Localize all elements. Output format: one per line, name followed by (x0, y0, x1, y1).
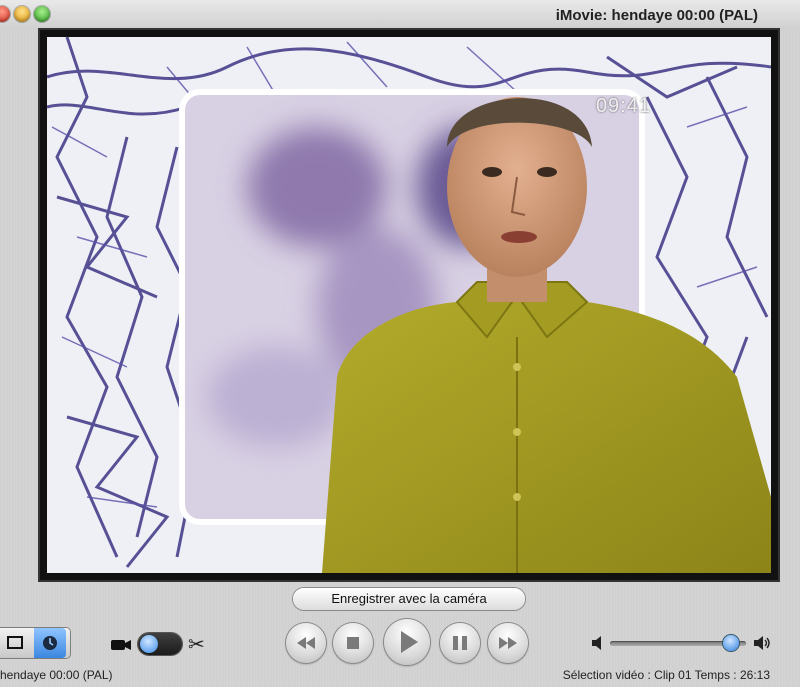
stop-icon (347, 637, 359, 649)
volume-low-icon (592, 636, 601, 650)
scissors-icon[interactable]: ✂ (188, 632, 205, 657)
zoom-button[interactable] (34, 6, 50, 22)
clip-view-button[interactable] (0, 628, 30, 658)
minimize-button[interactable] (14, 6, 30, 22)
camera-edit-mode-switch[interactable] (138, 633, 182, 655)
close-button[interactable] (0, 6, 10, 22)
pause-button[interactable] (440, 623, 480, 663)
view-toggle[interactable] (0, 628, 70, 658)
mode-switch-knob[interactable] (140, 635, 158, 653)
stop-button[interactable] (333, 623, 373, 663)
play-icon (401, 631, 418, 653)
play-button[interactable] (384, 619, 430, 665)
timeline-view-button[interactable] (34, 628, 66, 658)
volume-slider-knob[interactable] (722, 635, 739, 651)
clip-view-icon (7, 636, 23, 649)
window-title: iMovie: hendaye 00:00 (PAL) (555, 7, 758, 24)
video-image (47, 37, 771, 573)
fast-forward-icon (499, 637, 517, 649)
video-frame: 09:41 (47, 37, 771, 573)
volume-slider[interactable] (610, 635, 746, 651)
project-status: hendaye 00:00 (PAL) (0, 668, 113, 682)
volume-high-icon (754, 636, 770, 650)
title-bar: iMovie: hendaye 00:00 (PAL) (0, 0, 800, 30)
video-monitor[interactable]: 09:41 (40, 30, 778, 580)
timeline-view-icon (43, 636, 57, 650)
pause-icon (453, 636, 467, 650)
record-with-camera-button[interactable]: Enregistrer avec la caméra (293, 588, 525, 610)
rewind-button[interactable] (286, 623, 326, 663)
fast-forward-button[interactable] (488, 623, 528, 663)
selection-status: Sélection vidéo : Clip 01 Temps : 26:13 (562, 668, 770, 682)
camera-icon[interactable] (110, 636, 132, 652)
timecode-overlay: 09:41 (595, 95, 651, 117)
rewind-icon (297, 637, 315, 649)
